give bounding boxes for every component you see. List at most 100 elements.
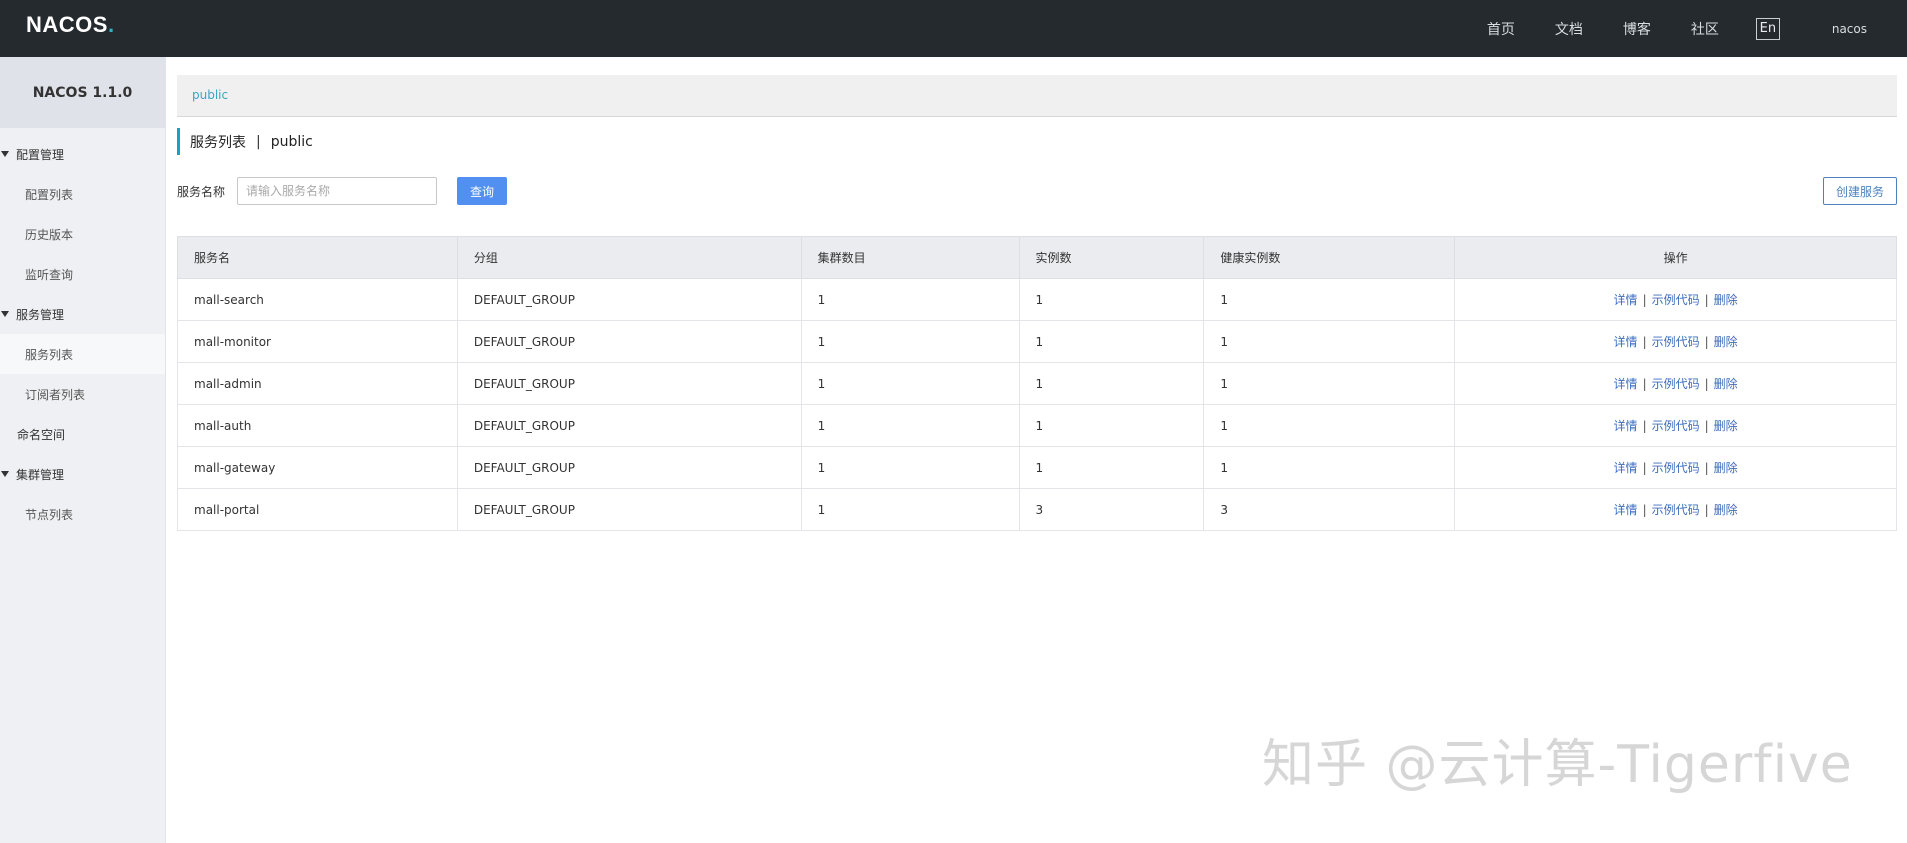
caret-down-icon (1, 471, 9, 477)
delete-link[interactable]: 删除 (1714, 461, 1738, 475)
sample-code-link[interactable]: 示例代码 (1652, 293, 1700, 307)
sidebar: NACOS 1.1.0 配置管理 配置列表 历史版本 监听查询 服务管理 服务列… (0, 57, 166, 843)
service-table: 服务名 分组 集群数目 实例数 健康实例数 操作 mall-search DEFA… (177, 236, 1897, 531)
sidebar-title: NACOS 1.1.0 (0, 57, 165, 128)
caret-down-icon (1, 151, 9, 157)
service-table-wrap: 服务名 分组 集群数目 实例数 健康实例数 操作 mall-search DEFA… (177, 236, 1897, 531)
create-service-button[interactable]: 创建服务 (1823, 177, 1897, 205)
nav-docs[interactable]: 文档 (1555, 19, 1583, 39)
col-healthy-count: 健康实例数 (1203, 236, 1456, 279)
action-separator: | (1704, 461, 1709, 475)
sidebar-group-config[interactable]: 配置管理 (0, 134, 165, 174)
cell-instance-count: 1 (1018, 320, 1205, 363)
detail-link[interactable]: 详情 (1614, 377, 1638, 391)
cell-healthy-count: 1 (1203, 278, 1456, 321)
action-separator: | (1642, 503, 1647, 517)
query-button[interactable]: 查询 (457, 177, 507, 205)
delete-link[interactable]: 删除 (1714, 377, 1738, 391)
cell-cluster-count: 1 (800, 446, 1020, 489)
action-separator: | (1642, 335, 1647, 349)
cell-healthy-count: 1 (1203, 404, 1456, 447)
col-operations: 操作 (1454, 236, 1897, 279)
detail-link[interactable]: 详情 (1614, 335, 1638, 349)
sample-code-link[interactable]: 示例代码 (1652, 377, 1700, 391)
delete-link[interactable]: 删除 (1714, 419, 1738, 433)
sidebar-item-listener-query[interactable]: 监听查询 (0, 254, 165, 294)
page-title-text: 服务列表 (190, 134, 246, 151)
sidebar-item-subscriber-list[interactable]: 订阅者列表 (0, 374, 165, 414)
action-separator: | (1704, 377, 1709, 391)
cell-operations: 详情 | 示例代码 | 删除 (1454, 362, 1897, 405)
cell-operations: 详情 | 示例代码 | 删除 (1454, 320, 1897, 363)
sample-code-link[interactable]: 示例代码 (1652, 461, 1700, 475)
cell-healthy-count: 3 (1203, 488, 1456, 531)
cell-instance-count: 1 (1018, 278, 1205, 321)
user-menu[interactable]: nacos (1832, 22, 1867, 36)
table-header-row: 服务名 分组 集群数目 实例数 健康实例数 操作 (177, 236, 1897, 279)
sidebar-group-cluster[interactable]: 集群管理 (0, 454, 165, 494)
cell-operations: 详情 | 示例代码 | 删除 (1454, 488, 1897, 531)
detail-link[interactable]: 详情 (1614, 503, 1638, 517)
caret-down-icon (1, 311, 9, 317)
sidebar-group-service[interactable]: 服务管理 (0, 294, 165, 334)
nav-blog[interactable]: 博客 (1623, 19, 1651, 39)
cell-operations: 详情 | 示例代码 | 删除 (1454, 278, 1897, 321)
sample-code-link[interactable]: 示例代码 (1652, 419, 1700, 433)
cell-instance-count: 1 (1018, 446, 1205, 489)
col-instance-count: 实例数 (1018, 236, 1205, 279)
cell-instance-count: 1 (1018, 404, 1205, 447)
cell-instance-count: 3 (1018, 488, 1205, 531)
cell-service-name: mall-gateway (177, 446, 458, 489)
detail-link[interactable]: 详情 (1614, 293, 1638, 307)
cell-group: DEFAULT_GROUP (456, 278, 802, 321)
table-row: mall-admin DEFAULT_GROUP 1 1 1 详情 | 示例代码 | 删除 (177, 362, 1897, 405)
action-separator: | (1704, 419, 1709, 433)
cell-instance-count: 1 (1018, 362, 1205, 405)
top-header: NACOS. 首页 文档 博客 社区 En nacos (0, 0, 1907, 57)
top-nav: 首页 文档 博客 社区 En nacos (1487, 0, 1907, 57)
cell-operations: 详情 | 示例代码 | 删除 (1454, 446, 1897, 489)
delete-link[interactable]: 删除 (1714, 335, 1738, 349)
cell-healthy-count: 1 (1203, 362, 1456, 405)
col-service-name: 服务名 (177, 236, 458, 279)
watermark: 知乎 @云计算-Tigerfive (1262, 735, 1853, 795)
cell-cluster-count: 1 (800, 278, 1020, 321)
nav-home[interactable]: 首页 (1487, 19, 1515, 39)
sidebar-item-node-list[interactable]: 节点列表 (0, 494, 165, 534)
cell-group: DEFAULT_GROUP (456, 488, 802, 531)
namespace-bar: public (177, 75, 1897, 117)
sample-code-link[interactable]: 示例代码 (1652, 335, 1700, 349)
namespace-public-link[interactable]: public (192, 88, 228, 102)
cell-cluster-count: 1 (800, 362, 1020, 405)
table-row: mall-auth DEFAULT_GROUP 1 1 1 详情 | 示例代码 | 删除 (177, 404, 1897, 447)
sidebar-item-history[interactable]: 历史版本 (0, 214, 165, 254)
action-separator: | (1642, 461, 1647, 475)
detail-link[interactable]: 详情 (1614, 461, 1638, 475)
language-toggle-button[interactable]: En (1755, 17, 1780, 40)
sidebar-item-namespace[interactable]: 命名空间 (0, 414, 165, 454)
cell-cluster-count: 1 (800, 320, 1020, 363)
cell-service-name: mall-admin (177, 362, 458, 405)
nav-community[interactable]: 社区 (1691, 19, 1719, 39)
table-row: mall-search DEFAULT_GROUP 1 1 1 详情 | 示例代码 | 删除 (177, 278, 1897, 321)
cell-healthy-count: 1 (1203, 446, 1456, 489)
table-row: mall-portal DEFAULT_GROUP 1 3 3 详情 | 示例代码 | 删除 (177, 488, 1897, 531)
title-separator: | (256, 133, 261, 150)
cell-group: DEFAULT_GROUP (456, 404, 802, 447)
delete-link[interactable]: 删除 (1714, 293, 1738, 307)
table-row: mall-gateway DEFAULT_GROUP 1 1 1 详情 | 示例代码 | 删除 (177, 446, 1897, 489)
cell-service-name: mall-monitor (177, 320, 458, 363)
action-separator: | (1704, 335, 1709, 349)
sidebar-item-config-list[interactable]: 配置列表 (0, 174, 165, 214)
cell-service-name: mall-portal (177, 488, 458, 531)
delete-link[interactable]: 删除 (1714, 503, 1738, 517)
action-separator: | (1642, 377, 1647, 391)
detail-link[interactable]: 详情 (1614, 419, 1638, 433)
service-name-input[interactable] (237, 177, 437, 205)
cell-group: DEFAULT_GROUP (456, 320, 802, 363)
action-separator: | (1642, 293, 1647, 307)
sample-code-link[interactable]: 示例代码 (1652, 503, 1700, 517)
nacos-logo[interactable]: NACOS. (26, 12, 115, 38)
sidebar-item-service-list[interactable]: 服务列表 (0, 334, 165, 374)
logo-text: NACOS (26, 12, 108, 37)
